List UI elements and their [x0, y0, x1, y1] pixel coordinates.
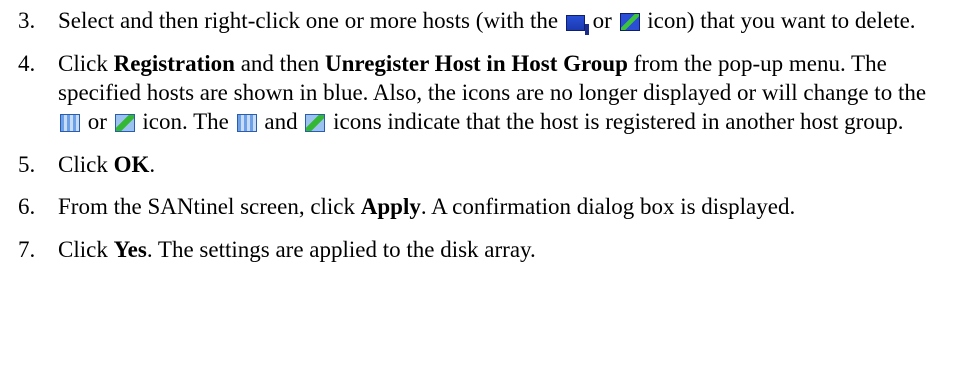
step-5: 5. Click OK. [18, 150, 958, 179]
host-edit-icon [619, 13, 640, 31]
host-icon [565, 15, 589, 35]
step-text: Select and then right-click one or more … [58, 8, 916, 35]
step-number: 3. [18, 8, 36, 33]
step-number: 5. [18, 152, 36, 177]
step-text: Click OK. [58, 152, 156, 177]
yes-button-label: Yes [113, 237, 147, 262]
procedure-steps: 3. Select and then right-click one or mo… [0, 0, 958, 264]
step-number: 7. [18, 237, 36, 262]
unregister-host-menu-label: Unregister Host in Host Group [325, 51, 628, 76]
step-number: 6. [18, 194, 36, 219]
step-text: From the SANtinel screen, click Apply. A… [58, 194, 796, 219]
step-6: 6. From the SANtinel screen, click Apply… [18, 192, 958, 221]
registration-menu-label: Registration [113, 51, 235, 76]
host-other-group-edit-icon [305, 114, 326, 132]
step-number: 4. [18, 51, 36, 76]
step-3: 3. Select and then right-click one or mo… [18, 6, 958, 35]
ok-button-label: OK [113, 152, 150, 177]
step-4: 4. Click Registration and then Unregiste… [18, 49, 958, 136]
step-text: Click Yes. The settings are applied to t… [58, 237, 536, 262]
host-other-group-edit-icon [114, 114, 135, 132]
host-other-group-icon [236, 114, 257, 132]
step-text: Click Registration and then Unregister H… [58, 51, 927, 134]
apply-button-label: Apply [360, 194, 421, 219]
step-7: 7. Click Yes. The settings are applied t… [18, 235, 958, 264]
host-other-group-icon [60, 114, 80, 132]
